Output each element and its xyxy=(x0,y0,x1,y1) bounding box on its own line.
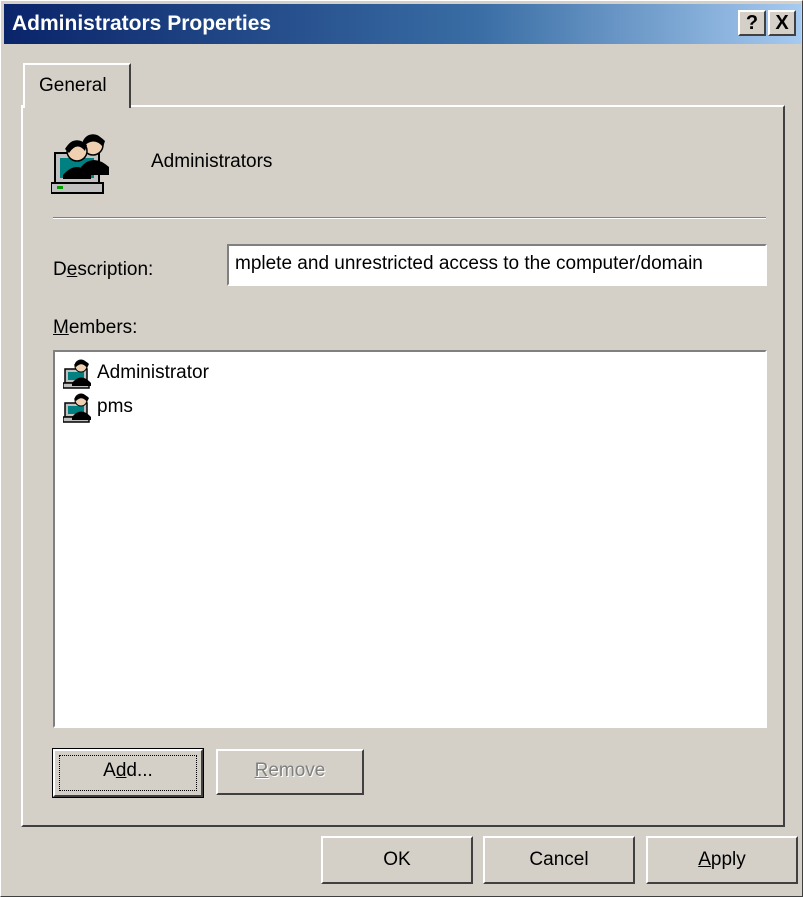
user-group-icon xyxy=(51,134,109,194)
cancel-button[interactable]: Cancel xyxy=(483,836,635,884)
description-field[interactable]: mplete and unrestricted access to the co… xyxy=(227,244,767,286)
remove-button[interactable]: Remove xyxy=(216,749,364,795)
add-button[interactable]: Add... xyxy=(52,748,204,798)
group-name: Administrators xyxy=(151,151,273,172)
list-item[interactable]: pms xyxy=(63,390,133,424)
apply-button[interactable]: Apply xyxy=(646,836,798,884)
separator xyxy=(53,217,766,219)
apply-button-label: Apply xyxy=(698,849,746,870)
ok-button[interactable]: OK xyxy=(321,836,473,884)
member-name: pms xyxy=(97,396,133,417)
remove-button-label: Remove xyxy=(254,760,326,781)
list-item[interactable]: Administrator xyxy=(63,356,209,390)
close-button[interactable]: X xyxy=(768,10,796,36)
help-button[interactable]: ? xyxy=(738,10,766,36)
title-bar[interactable]: Administrators Properties ? X xyxy=(4,4,801,44)
member-name: Administrator xyxy=(97,362,209,383)
members-list[interactable]: Administrator pms xyxy=(53,350,767,728)
members-label: Members: xyxy=(53,317,138,338)
focus-ring xyxy=(59,755,197,791)
tab-general-label: General xyxy=(39,75,107,96)
user-icon xyxy=(63,393,91,423)
tab-general[interactable]: General xyxy=(23,63,131,108)
user-icon xyxy=(63,359,91,389)
properties-window: Administrators Properties ? X General Ad… xyxy=(0,0,803,897)
window-title: Administrators Properties xyxy=(12,12,272,35)
description-label: Description: xyxy=(53,259,154,280)
